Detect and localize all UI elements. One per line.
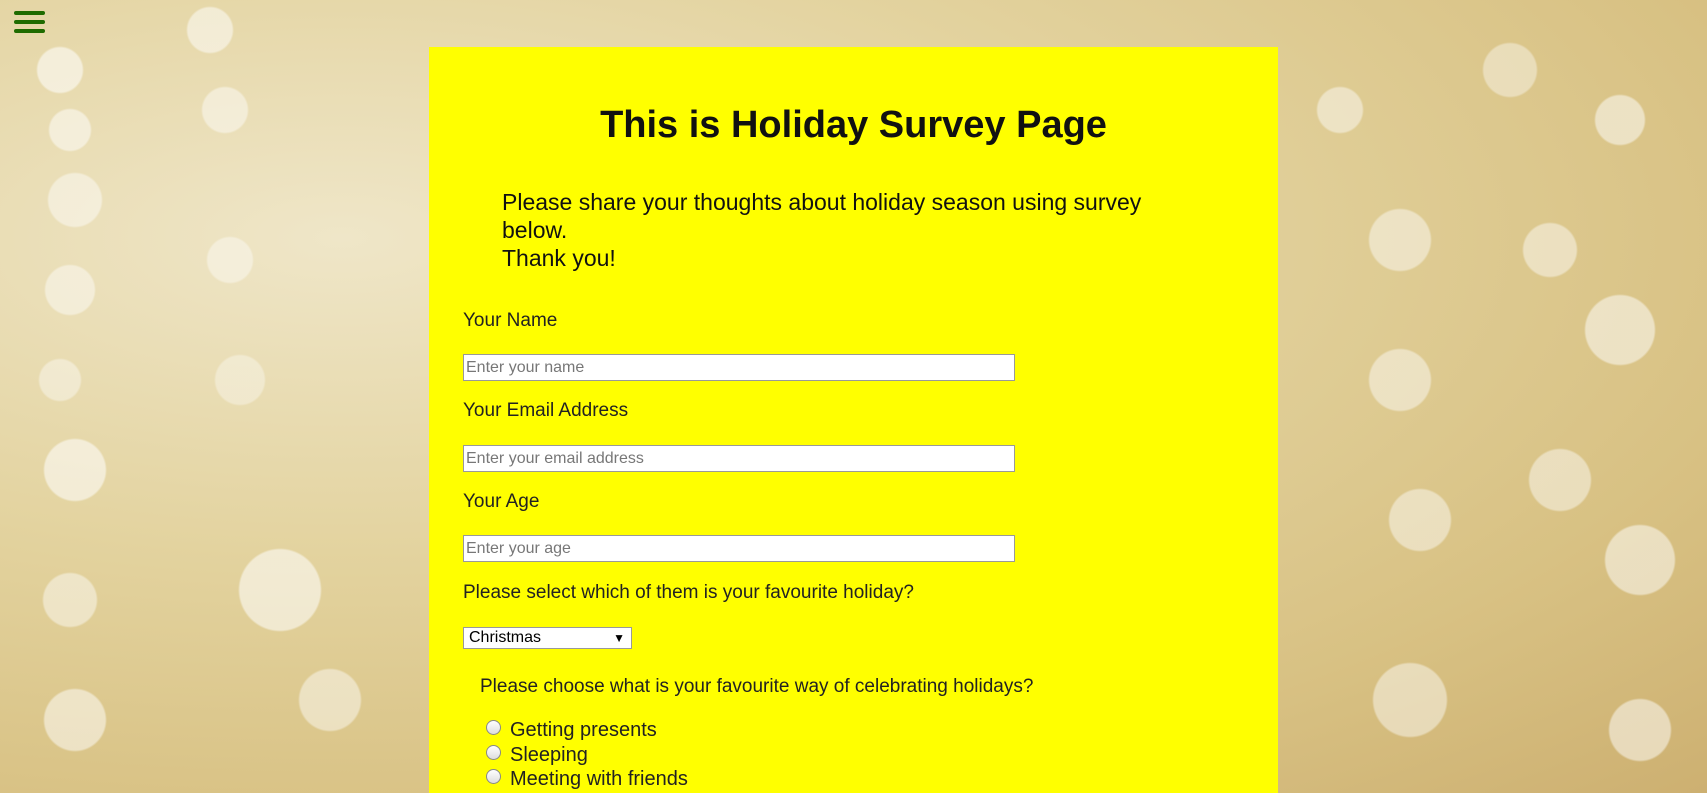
dropdown-arrow-icon: ▼ bbox=[613, 631, 625, 645]
radio-option[interactable]: Meeting with friends bbox=[486, 768, 688, 791]
holiday-question-label: Please select which of them is your favo… bbox=[463, 582, 914, 603]
thank-you-line: Thank you! bbox=[502, 245, 616, 271]
age-input[interactable] bbox=[463, 535, 1015, 562]
age-label: Your Age bbox=[463, 491, 540, 512]
intro-line: Please share your thoughts about holiday… bbox=[502, 189, 1142, 243]
radio-option-label: Sleeping bbox=[510, 744, 588, 766]
email-label: Your Email Address bbox=[463, 400, 629, 421]
radio-button[interactable] bbox=[486, 769, 501, 784]
hamburger-menu-icon[interactable] bbox=[14, 11, 45, 37]
radio-option-label: Meeting with friends bbox=[510, 768, 688, 790]
menu-icon-bar bbox=[14, 20, 45, 24]
radio-option[interactable]: Getting presents bbox=[486, 719, 657, 742]
holiday-select-value: Christmas bbox=[469, 629, 542, 646]
radio-option[interactable]: Sleeping bbox=[486, 744, 588, 767]
radio-button[interactable] bbox=[486, 745, 501, 760]
page-title: This is Holiday Survey Page bbox=[600, 104, 1107, 146]
menu-icon-bar bbox=[14, 11, 45, 15]
celebrate-question-label: Please choose what is your favourite way… bbox=[480, 676, 1034, 697]
radio-option-label: Getting presents bbox=[510, 719, 657, 741]
radio-button[interactable] bbox=[486, 720, 501, 735]
name-input[interactable] bbox=[463, 354, 1015, 381]
email-input[interactable] bbox=[463, 445, 1015, 472]
survey-panel: This is Holiday Survey Page Please share… bbox=[429, 47, 1278, 793]
name-label: Your Name bbox=[463, 310, 558, 331]
menu-icon-bar bbox=[14, 29, 45, 33]
holiday-select[interactable]: Christmas ▼ bbox=[463, 627, 632, 649]
intro-text: Please share your thoughts about holiday… bbox=[502, 188, 1202, 272]
